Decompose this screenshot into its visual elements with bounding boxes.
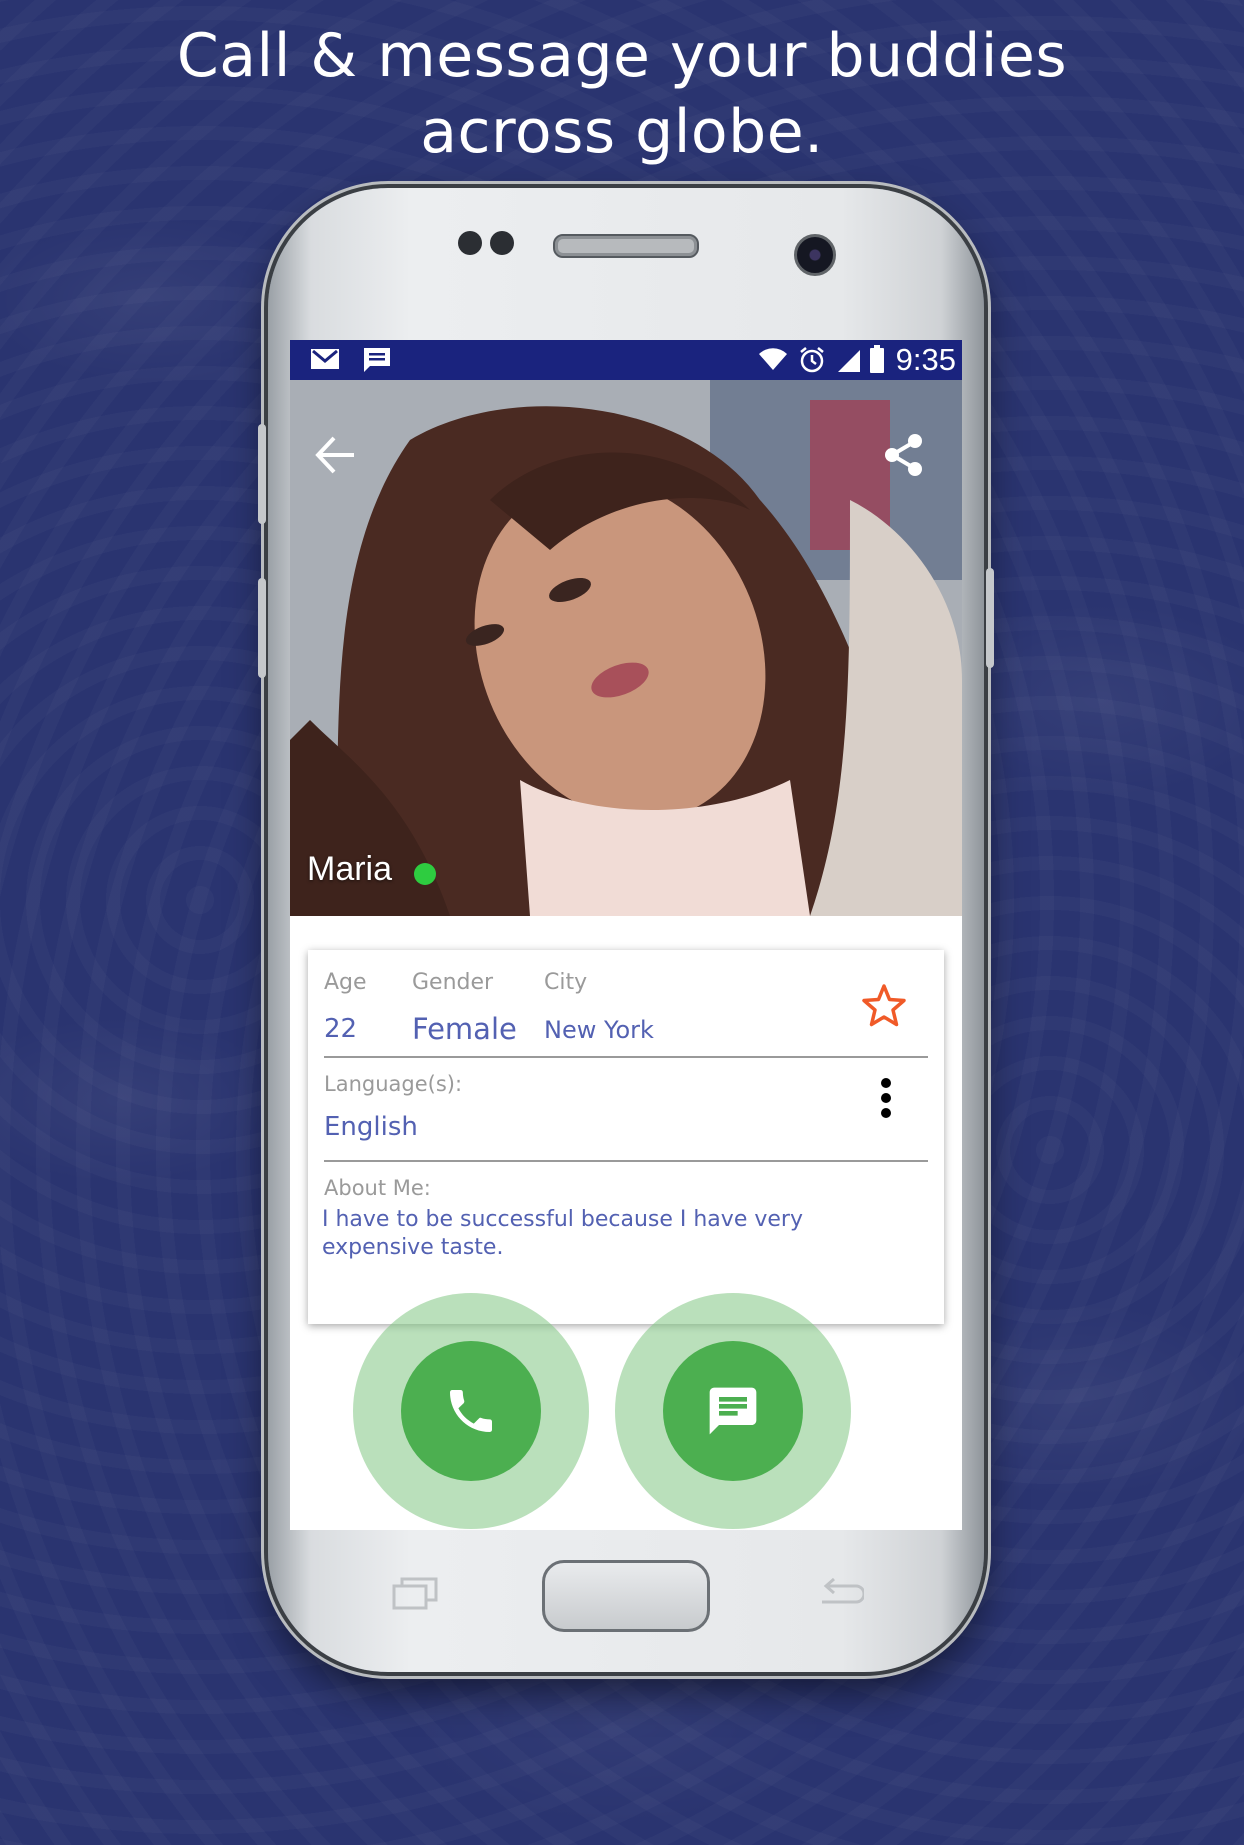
portrait-illustration	[290, 380, 962, 916]
favorite-star-icon[interactable]	[860, 982, 908, 1030]
back-arrow-icon[interactable]	[312, 432, 358, 478]
headline-line-1: Call & message your buddies	[176, 21, 1068, 91]
bixby-button	[258, 578, 266, 678]
status-bar: 9:35	[290, 340, 962, 380]
alarm-icon	[800, 347, 824, 373]
share-icon[interactable]	[880, 432, 926, 478]
headline: Call & message your buddies across globe…	[0, 18, 1244, 170]
profile-name: Maria	[307, 850, 393, 888]
recent-apps-icon[interactable]	[392, 1576, 438, 1610]
proximity-sensor	[458, 231, 482, 255]
signal-icon	[838, 350, 860, 372]
gender-value: Female	[412, 1012, 517, 1046]
power-button	[986, 568, 994, 668]
message-button[interactable]	[615, 1293, 851, 1529]
details-divider-2	[324, 1160, 928, 1162]
call-fab[interactable]	[401, 1341, 541, 1481]
city-label: City	[544, 970, 588, 995]
gender-label: Gender	[412, 970, 494, 995]
light-sensor	[490, 231, 514, 255]
message-fab[interactable]	[663, 1341, 803, 1481]
call-button[interactable]	[353, 1293, 589, 1529]
volume-button	[258, 424, 266, 524]
online-status-dot	[414, 863, 436, 885]
battery-icon	[870, 345, 884, 373]
status-time: 9:35	[895, 342, 956, 377]
phone-icon	[450, 1390, 492, 1432]
front-camera	[794, 234, 836, 276]
age-value: 22	[324, 1014, 358, 1044]
wifi-icon	[759, 348, 787, 370]
more-options-icon[interactable]	[880, 1078, 892, 1118]
profile-photo: Maria	[290, 380, 962, 916]
home-button[interactable]	[542, 1560, 710, 1632]
back-key-icon[interactable]	[818, 1576, 864, 1610]
profile-details-card: Age 22 Gender Female City New York Langu…	[308, 950, 944, 1324]
headline-line-2: across globe.	[420, 97, 824, 167]
earpiece-speaker	[553, 234, 699, 258]
age-label: Age	[324, 970, 367, 995]
message-icon	[364, 348, 390, 372]
languages-value: English	[324, 1112, 418, 1142]
details-divider-1	[324, 1056, 928, 1058]
languages-label: Language(s):	[324, 1072, 463, 1096]
city-value: New York	[544, 1016, 654, 1044]
chat-icon	[709, 1387, 757, 1435]
gmail-icon	[311, 349, 339, 369]
about-label: About Me:	[324, 1176, 431, 1200]
about-value: I have to be successful because I have v…	[322, 1207, 803, 1260]
